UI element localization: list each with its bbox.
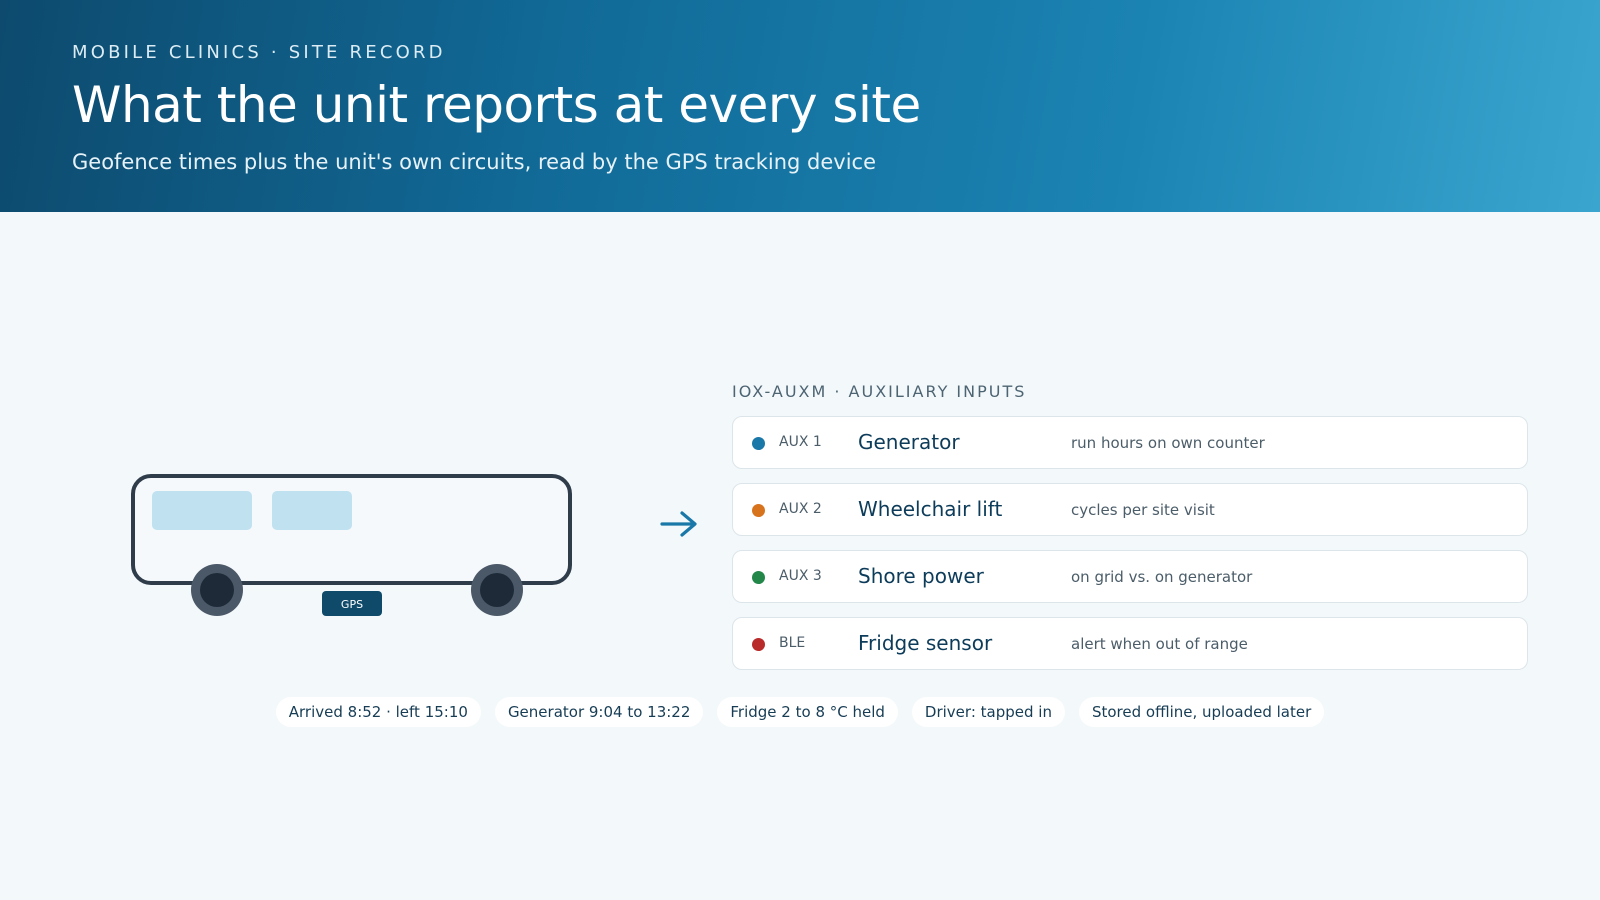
aux-row-shore-power: AUX 3 Shore power on grid vs. on generat… [732,550,1528,603]
aux-input-list: AUX 1 Generator run hours on own counter… [732,416,1528,684]
status-dot [752,638,765,651]
clinic-bus-illustration: GPS [131,474,572,616]
aux-row-fridge-sensor: BLE Fridge sensor alert when out of rang… [732,617,1528,670]
input-name: Wheelchair lift [858,497,1003,521]
bus-window-rear [272,491,352,530]
input-description: run hours on own counter [1071,434,1265,452]
input-description: cycles per site visit [1071,501,1215,519]
input-code: AUX 3 [779,568,822,584]
chip-offline-storage: Stored offline, uploaded later [1078,697,1325,727]
header-banner: MOBILE CLINICS · SITE RECORD What the un… [0,0,1600,212]
input-name: Generator [858,430,960,454]
chip-arrival-departure: Arrived 8:52 · left 15:10 [275,697,481,727]
bus-window-front [152,491,252,530]
input-code: AUX 1 [779,434,822,450]
chip-fridge-range: Fridge 2 to 8 °C held [717,697,898,727]
input-code: AUX 2 [779,501,822,517]
chip-driver-status: Driver: tapped in [911,697,1065,727]
chip-generator-runtime: Generator 9:04 to 13:22 [494,697,704,727]
aux-panel-label: IOX-AUXM · AUXILIARY INPUTS [732,382,1027,401]
input-description: on grid vs. on generator [1071,568,1253,586]
input-name: Shore power [858,564,984,588]
aux-row-generator: AUX 1 Generator run hours on own counter [732,416,1528,469]
status-dot [752,504,765,517]
input-name: Fridge sensor [858,631,993,655]
arrow-right-icon [660,511,697,537]
input-description: alert when out of range [1071,635,1248,653]
site-summary-chips: Arrived 8:52 · left 15:10 Generator 9:04… [0,697,1600,727]
gps-device-label: GPS [341,598,363,611]
page-subtitle: Geofence times plus the unit's own circu… [72,150,876,174]
status-dot [752,571,765,584]
page-title: What the unit reports at every site [72,76,921,134]
aux-row-wheelchair-lift: AUX 2 Wheelchair lift cycles per site vi… [732,483,1528,536]
status-dot [752,437,765,450]
input-code: BLE [779,635,806,651]
eyebrow-label: MOBILE CLINICS · SITE RECORD [72,42,446,63]
